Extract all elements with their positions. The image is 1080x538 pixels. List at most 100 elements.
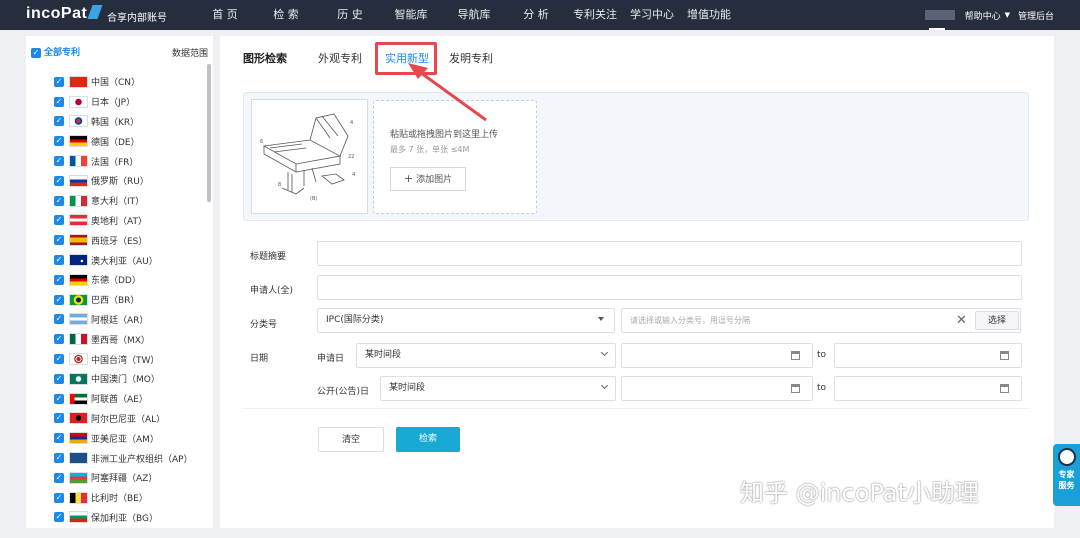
checkbox-icon[interactable]: ✓ [54,314,64,325]
chevron-down-icon[interactable]: ▼ [1005,11,1010,19]
checkbox-icon[interactable]: ✓ [54,255,64,266]
checkbox-icon[interactable]: ✓ [54,195,64,206]
admin-link[interactable]: 管理后台 [1018,9,1054,22]
uploaded-image-thumbnail[interactable]: 4 6 22 (B) 8 4 [251,99,368,214]
nav-value-added[interactable]: 增值功能 [680,0,738,30]
checkbox-icon[interactable]: ✓ [54,334,64,345]
country-label: 阿根廷（AR） [91,315,149,326]
classification-select[interactable]: IPC(国际分类) [317,308,615,333]
country-item[interactable]: ✓ 比利时（BE） [54,488,204,508]
country-item[interactable]: ✓ 巴西（BR） [54,290,204,310]
checkbox-icon[interactable]: ✓ [54,215,64,226]
checkbox-icon[interactable]: ✓ [54,413,64,424]
checkbox-icon[interactable]: ✓ [54,294,64,305]
checkbox-icon[interactable]: ✓ [31,47,41,58]
country-item[interactable]: ✓ 阿根廷（AR） [54,310,204,330]
dropdown-icon [598,317,604,324]
chevron-down-icon [600,348,609,357]
calendar-icon[interactable] [791,351,800,360]
checkbox-icon[interactable]: ✓ [54,492,64,503]
incopat-logo[interactable]: incoPat [26,5,103,23]
nav-navigation-library[interactable]: 导航库 [442,0,506,30]
applicant-input[interactable] [317,275,1022,300]
add-image-button[interactable]: + 添加图片 [390,167,466,191]
country-item[interactable]: ✓ 意大利（IT） [54,191,204,211]
apply-date-end-input[interactable] [834,343,1022,368]
country-item[interactable]: ✓ 阿尔巴尼亚（AL） [54,409,204,429]
clear-button[interactable]: 清空 [318,427,384,452]
flag-au-icon [69,254,88,267]
country-item[interactable]: ✓ 日本（JP） [54,92,204,112]
nav-learning-center[interactable]: 学习中心 [624,0,680,30]
checkbox-icon[interactable]: ✓ [54,156,64,167]
upload-dropzone[interactable]: 粘贴或拖拽图片到这里上传 最多 7 张，单张 ≤4M + 添加图片 [373,100,537,214]
checkbox-icon[interactable]: ✓ [54,433,64,444]
nav-smart-library[interactable]: 智能库 [380,0,442,30]
country-item[interactable]: ✓ 中国（CN） [54,72,204,92]
country-item[interactable]: ✓ 亚美尼亚（AM） [54,428,204,448]
country-item[interactable]: ✓ 德国（DE） [54,131,204,151]
country-item[interactable]: ✓ 奥地利（AT） [54,211,204,231]
checkbox-icon[interactable]: ✓ [54,512,64,523]
country-label: 奥地利（AT） [91,216,147,227]
tab-invention[interactable]: 发明专利 [449,50,493,66]
apply-date-period-select[interactable]: 某时间段 [356,343,616,368]
pub-date-end-input[interactable] [834,376,1022,401]
help-center-link[interactable]: 帮助中心 [965,9,1001,22]
nav-analysis[interactable]: 分 析 [506,0,566,30]
expert-service-button[interactable]: 专家服务 [1053,444,1080,506]
country-item[interactable]: ✓ 阿塞拜疆（AZ） [54,468,204,488]
checkbox-icon[interactable]: ✓ [54,76,64,87]
classification-input[interactable]: 请选择或输入分类号，用逗号分隔 ✕ [621,308,1021,333]
nav-home[interactable]: 首 页 [198,0,252,30]
country-item[interactable]: ✓ 澳大利亚（AU） [54,250,204,270]
title-abstract-input[interactable] [317,241,1022,266]
nav-history[interactable]: 历 史 [320,0,380,30]
pub-date-period-select[interactable]: 某时间段 [380,376,616,401]
checkbox-icon[interactable]: ✓ [54,175,64,186]
country-item[interactable]: ✓ 墨西哥（MX） [54,329,204,349]
country-item[interactable]: ✓ 法国（FR） [54,151,204,171]
graphic-search-panel: 图形检索 外观专利 实用新型 发明专利 4 6 22 (B) 8 4 粘贴或拖拽… [220,36,1054,528]
sidebar-scrollbar[interactable] [207,64,211,202]
search-button[interactable]: 检索 [396,427,460,452]
choose-class-button[interactable]: 选择 [975,311,1019,330]
pub-date-start-input[interactable] [621,376,813,401]
main-menu: 首 页 检 索 历 史 智能库 导航库 分 析 专利关注 学习中心 增值功能 [198,0,738,30]
checkbox-icon[interactable]: ✓ [54,235,64,246]
country-item[interactable]: ✓ 俄罗斯（RU） [54,171,204,191]
country-item[interactable]: ✓ 中国澳门（MO） [54,369,204,389]
checkbox-icon[interactable]: ✓ [54,96,64,107]
country-item[interactable]: ✓ 非洲工业产权组织（AP） [54,448,204,468]
calendar-icon[interactable] [1000,384,1009,393]
checkbox-icon[interactable]: ✓ [54,116,64,127]
nav-patent-watch[interactable]: 专利关注 [566,0,624,30]
pub-date-to-label: to [817,383,827,393]
apply-date-label: 申请日 [317,354,345,364]
checkbox-icon[interactable]: ✓ [54,453,64,464]
calendar-icon[interactable] [1000,351,1009,360]
country-item[interactable]: ✓ 阿联酋（AE） [54,389,204,409]
checkbox-icon[interactable]: ✓ [54,136,64,147]
flag-cn-icon [69,75,88,88]
country-item[interactable]: ✓ 中国台湾（TW） [54,349,204,369]
calendar-icon[interactable] [791,384,800,393]
all-patents-checkbox[interactable]: ✓ 全部专利 [31,45,80,58]
country-item[interactable]: ✓ 西班牙（ES） [54,230,204,250]
country-item[interactable]: ✓ 东德（DD） [54,270,204,290]
flag-be-icon [69,491,88,504]
user-avatar[interactable] [924,10,955,20]
checkbox-icon[interactable]: ✓ [54,274,64,285]
checkbox-icon[interactable]: ✓ [54,354,64,365]
country-item[interactable]: ✓ 韩国（KR） [54,112,204,132]
country-item[interactable]: ✓ 保加利亚（BG） [54,508,204,528]
nav-search[interactable]: 检 索 [252,0,320,30]
applicant-label: 申请人(全) [250,286,294,296]
clear-icon[interactable]: ✕ [956,309,967,332]
checkbox-icon[interactable]: ✓ [54,393,64,404]
flag-bg-icon [69,511,88,524]
apply-date-start-input[interactable] [621,343,813,368]
checkbox-icon[interactable]: ✓ [54,373,64,384]
checkbox-icon[interactable]: ✓ [54,472,64,483]
tab-design[interactable]: 外观专利 [318,50,362,66]
